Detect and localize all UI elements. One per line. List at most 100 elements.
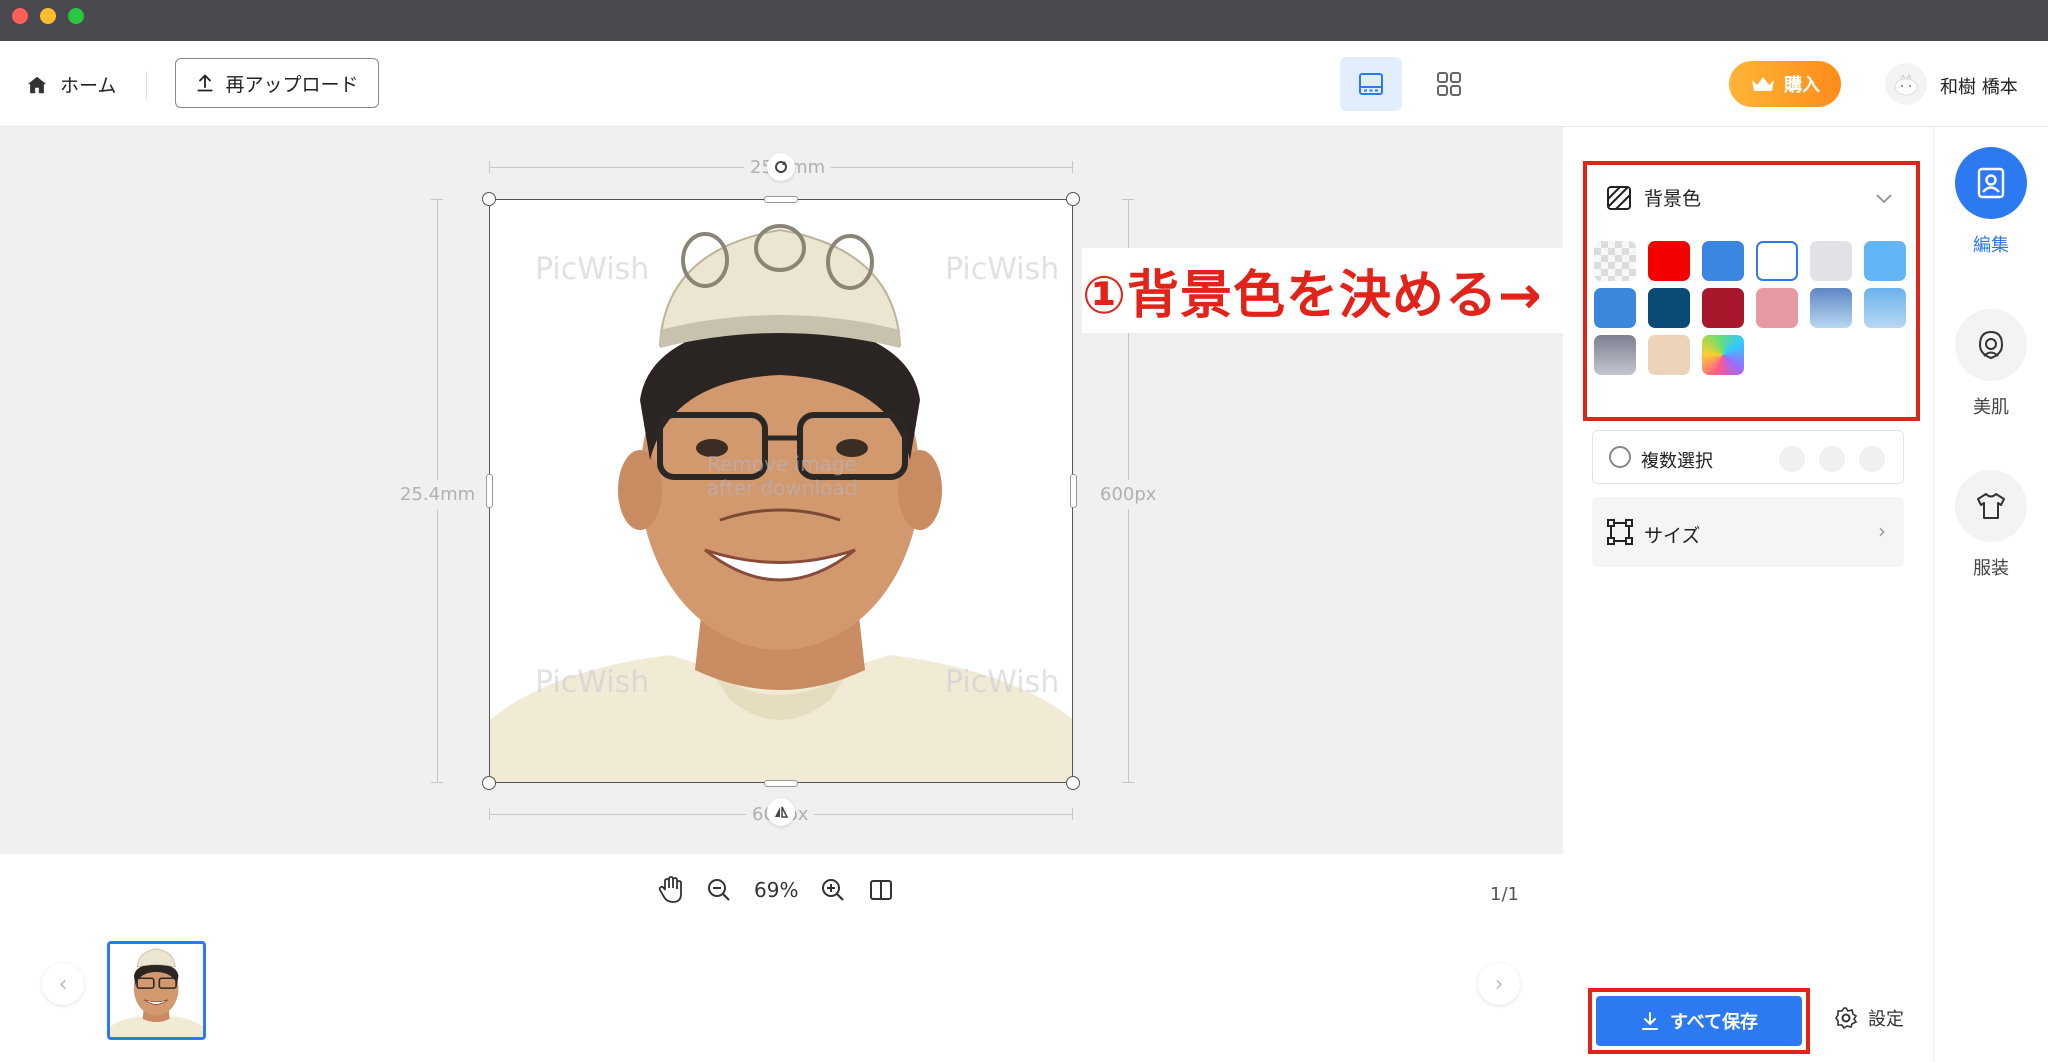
- zoom-out-icon[interactable]: [706, 877, 732, 903]
- sidebar-item-edit-label: 編集: [1973, 235, 2009, 256]
- compare-icon[interactable]: [868, 878, 894, 902]
- sidebar-item-clothes-circle: [1955, 470, 2027, 542]
- annotation-label: ①背景色を決める→: [1082, 248, 1563, 333]
- right-height-label: 600px: [1098, 480, 1159, 509]
- dim-tick: [1122, 782, 1134, 783]
- settings-button[interactable]: 設定: [1834, 1005, 1904, 1031]
- avatar[interactable]: [1885, 63, 1927, 105]
- color-swatch-sky-blue[interactable]: [1864, 241, 1906, 281]
- window-titlebar: [0, 0, 2048, 41]
- dim-tick: [431, 782, 443, 783]
- resize-handle-top-left[interactable]: [482, 192, 496, 206]
- maximize-window-button[interactable]: [68, 8, 84, 24]
- watermark: PicWish: [535, 252, 650, 287]
- portrait-icon: [1977, 167, 2005, 199]
- reupload-button[interactable]: 再アップロード: [175, 58, 379, 108]
- image-thumbnail[interactable]: [107, 941, 206, 1040]
- portrait-photo[interactable]: PicWish PicWish PicWish PicWish Remove i…: [489, 199, 1073, 783]
- flip-button[interactable]: [767, 798, 795, 826]
- color-swatch-white[interactable]: [1756, 241, 1798, 281]
- multi-select-row[interactable]: 複数選択: [1592, 430, 1904, 484]
- sidebar-item-edit-circle: [1955, 147, 2027, 219]
- shirt-icon: [1977, 493, 2005, 519]
- color-swatch-rainbow[interactable]: [1702, 335, 1744, 375]
- resize-handle-top[interactable]: [764, 196, 798, 203]
- resize-handle-bottom-left[interactable]: [482, 776, 496, 790]
- color-swatch-navy[interactable]: [1648, 288, 1690, 328]
- upload-icon: [197, 74, 214, 92]
- resize-handle-left[interactable]: [486, 474, 493, 508]
- save-all-button[interactable]: すべて保存: [1596, 996, 1802, 1046]
- multi-select-slot: [1779, 446, 1805, 472]
- color-swatch-blue[interactable]: [1702, 241, 1744, 281]
- sidebar-item-edit[interactable]: 編集: [1955, 147, 2027, 257]
- feature-sidebar: [1933, 127, 2048, 1062]
- grid-view-icon: [1437, 72, 1461, 96]
- dim-tick: [489, 808, 490, 820]
- grid-view-toggle[interactable]: [1418, 57, 1480, 111]
- zoom-in-icon[interactable]: [820, 877, 846, 903]
- zoom-controls: 69%: [658, 876, 894, 904]
- home-icon: [27, 76, 47, 93]
- color-swatch-light-gray[interactable]: [1810, 241, 1852, 281]
- avatar-icon: [1894, 73, 1918, 96]
- color-swatch-gradient-gray[interactable]: [1594, 335, 1636, 375]
- color-swatch-transparent[interactable]: [1594, 241, 1636, 281]
- resize-handle-bottom-right[interactable]: [1066, 776, 1080, 790]
- chevron-down-icon[interactable]: [1875, 193, 1893, 205]
- rotate-button[interactable]: [767, 153, 795, 181]
- multi-select-radio[interactable]: [1609, 446, 1631, 468]
- face-icon: [1978, 330, 2004, 360]
- size-label: サイズ: [1644, 525, 1701, 547]
- color-swatch-medium-blue[interactable]: [1594, 288, 1636, 328]
- color-swatch-gradient-blue[interactable]: [1810, 288, 1852, 328]
- chevron-left-icon: ‹: [58, 971, 68, 997]
- download-icon: [1641, 1012, 1658, 1030]
- previous-image-button[interactable]: ‹: [42, 963, 84, 1005]
- multi-select-slot: [1859, 446, 1885, 472]
- dim-tick: [489, 161, 490, 173]
- size-section[interactable]: サイズ ›: [1592, 497, 1904, 567]
- minimize-window-button[interactable]: [40, 8, 56, 24]
- buy-button[interactable]: 購入: [1729, 61, 1841, 107]
- center-watermark-line-1: Remove image: [707, 452, 857, 476]
- color-swatch-red[interactable]: [1648, 241, 1690, 281]
- single-view-toggle[interactable]: [1340, 57, 1402, 111]
- gear-icon: [1835, 1007, 1858, 1030]
- username: 和樹 橋本: [1940, 77, 2018, 98]
- home-link[interactable]: ホーム: [26, 71, 116, 98]
- chevron-right-icon: ›: [1494, 971, 1504, 997]
- multi-select-label: 複数選択: [1641, 451, 1713, 472]
- resize-handle-right[interactable]: [1070, 474, 1077, 508]
- hand-tool-icon[interactable]: [658, 876, 684, 904]
- resize-handle-bottom[interactable]: [764, 780, 798, 787]
- color-swatch-pink[interactable]: [1756, 288, 1798, 328]
- crown-icon: [1752, 77, 1774, 91]
- color-swatch-gradient-sky[interactable]: [1864, 288, 1906, 328]
- chevron-right-icon: ›: [1878, 519, 1886, 543]
- center-watermark-line-2: after download: [706, 476, 858, 500]
- dim-tick: [1072, 808, 1073, 820]
- dim-tick: [1072, 161, 1073, 173]
- watermark: PicWish: [945, 252, 1060, 287]
- color-swatch-dark-red[interactable]: [1702, 288, 1744, 328]
- color-swatch-beige[interactable]: [1648, 335, 1690, 375]
- zoom-value: 69%: [754, 878, 799, 902]
- background-color-title: 背景色: [1644, 188, 1702, 210]
- multi-select-slot: [1819, 446, 1845, 472]
- size-crop-icon: [1607, 519, 1633, 545]
- flip-icon: [775, 806, 789, 818]
- reupload-label: 再アップロード: [225, 73, 359, 96]
- save-all-highlight: すべて保存: [1588, 988, 1810, 1054]
- home-label: ホーム: [60, 75, 117, 97]
- resize-handle-top-right[interactable]: [1066, 192, 1080, 206]
- sidebar-item-clothes[interactable]: 服装: [1955, 470, 2027, 580]
- sidebar-item-beauty[interactable]: 美肌: [1955, 309, 2027, 419]
- thumbnail-portrait: [110, 948, 203, 1037]
- left-height-label: 25.4mm: [398, 480, 478, 509]
- toolbar-divider: [146, 71, 147, 99]
- next-image-button[interactable]: ›: [1478, 963, 1520, 1005]
- background-color-header[interactable]: 背景色: [1606, 184, 1701, 211]
- sidebar-item-beauty-label: 美肌: [1973, 397, 2009, 418]
- close-window-button[interactable]: [12, 8, 28, 24]
